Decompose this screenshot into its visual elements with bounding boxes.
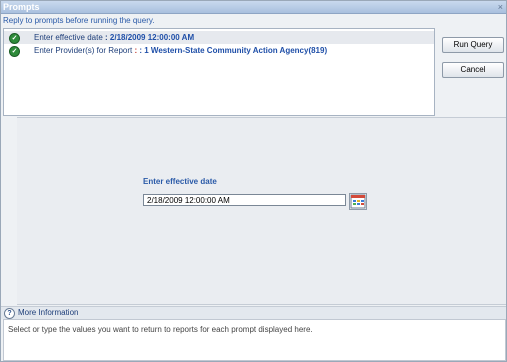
editor-label: Enter effective date bbox=[143, 177, 217, 186]
instruction-text: Reply to prompts before running the quer… bbox=[3, 16, 155, 25]
run-query-button[interactable]: Run Query bbox=[442, 37, 504, 53]
check-icon: ✓ bbox=[9, 33, 20, 44]
prompt-row-effective-date[interactable]: ✓ Enter effective date : 2/18/2009 12:00… bbox=[4, 31, 434, 44]
prompt-text: Enter Provider(s) for Report : : 1 Weste… bbox=[34, 46, 328, 55]
more-information-label[interactable]: More Information bbox=[18, 308, 78, 318]
prompt-row-provider[interactable]: ✓ Enter Provider(s) for Report : : 1 Wes… bbox=[4, 44, 434, 57]
prompt-text: Enter effective date : 2/18/2009 12:00:0… bbox=[34, 33, 195, 42]
title-bar: Prompts × bbox=[1, 1, 506, 14]
close-icon[interactable]: × bbox=[498, 1, 503, 13]
prompts-dialog: Prompts × Reply to prompts before runnin… bbox=[0, 0, 507, 362]
effective-date-input[interactable]: 2/18/2009 12:00:00 AM bbox=[143, 194, 346, 206]
more-information-bar[interactable]: ? More Information bbox=[1, 306, 506, 319]
prompt-editor-panel bbox=[17, 117, 506, 305]
calendar-icon-graphic bbox=[350, 194, 366, 209]
prompt-list: ✓ Enter effective date : 2/18/2009 12:00… bbox=[3, 28, 435, 116]
help-icon: ? bbox=[4, 308, 15, 319]
cancel-button[interactable]: Cancel bbox=[442, 62, 504, 78]
calendar-icon[interactable] bbox=[349, 193, 367, 210]
help-text-box: Select or type the values you want to re… bbox=[3, 319, 506, 361]
help-text: Select or type the values you want to re… bbox=[8, 325, 313, 334]
dialog-title: Prompts bbox=[3, 2, 40, 12]
check-icon: ✓ bbox=[9, 46, 20, 57]
